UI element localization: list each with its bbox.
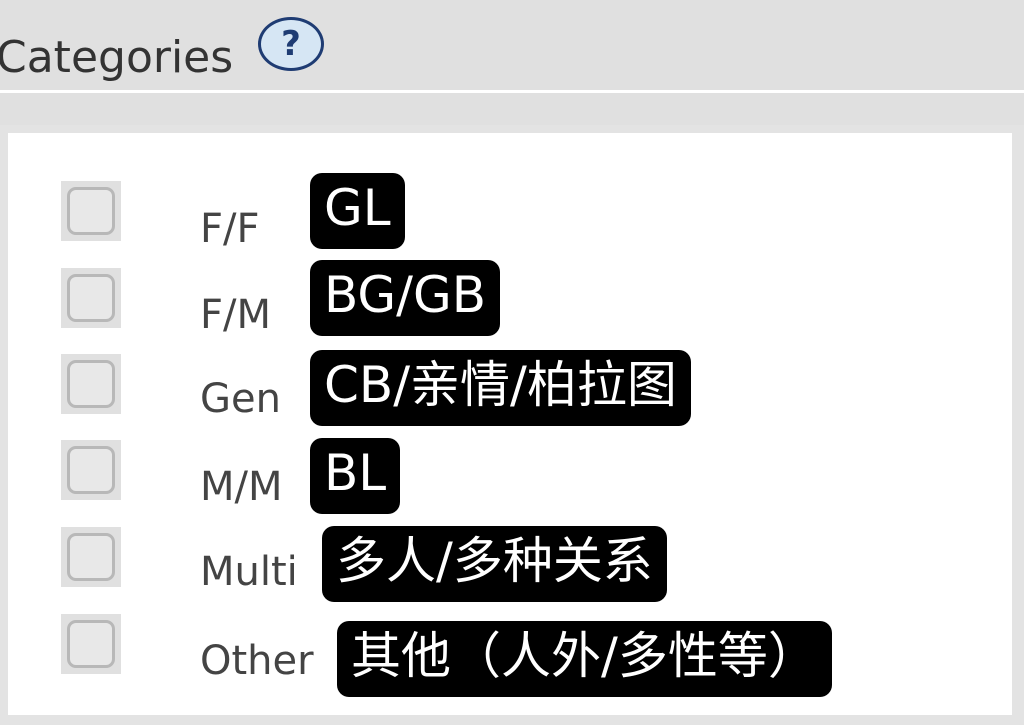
category-label: M/M (200, 464, 283, 510)
category-checkbox-other[interactable] (61, 614, 121, 674)
category-row-gen: Gen CB/亲情/柏拉图 (8, 350, 1012, 433)
category-label: Gen (200, 376, 281, 422)
category-label: Other (200, 638, 314, 684)
categories-list: F/F GL F/M BG/GB Gen CB/亲情/柏拉图 M/M BL Mu… (8, 133, 1012, 717)
category-row-other: Other 其他（人外/多性等） (8, 614, 1012, 703)
category-tag: BL (310, 438, 401, 514)
help-icon[interactable]: ? (258, 17, 324, 71)
subheader-bar (0, 93, 1024, 125)
category-checkbox-gen[interactable] (61, 354, 121, 414)
category-tag: 其他（人外/多性等） (337, 621, 832, 697)
category-label: F/F (200, 206, 260, 252)
bottom-border (0, 715, 1024, 725)
category-row-ff: F/F GL (8, 173, 1012, 253)
section-title: Categories (0, 32, 234, 83)
category-checkbox-multi[interactable] (61, 527, 121, 587)
category-checkbox-mm[interactable] (61, 440, 121, 500)
category-row-multi: Multi 多人/多种关系 (8, 526, 1012, 613)
categories-header: Categories ? (0, 0, 1024, 90)
category-checkbox-ff[interactable] (61, 181, 121, 241)
category-checkbox-fm[interactable] (61, 268, 121, 328)
category-row-mm: M/M BL (8, 438, 1012, 523)
category-tag: CB/亲情/柏拉图 (310, 350, 691, 426)
category-row-fm: F/M BG/GB (8, 260, 1012, 343)
category-label: F/M (200, 292, 271, 338)
category-tag: BG/GB (310, 260, 501, 336)
category-tag: 多人/多种关系 (322, 526, 667, 602)
categories-panel: F/F GL F/M BG/GB Gen CB/亲情/柏拉图 M/M BL Mu… (0, 125, 1024, 717)
category-tag: GL (310, 173, 405, 249)
category-label: Multi (200, 549, 298, 595)
